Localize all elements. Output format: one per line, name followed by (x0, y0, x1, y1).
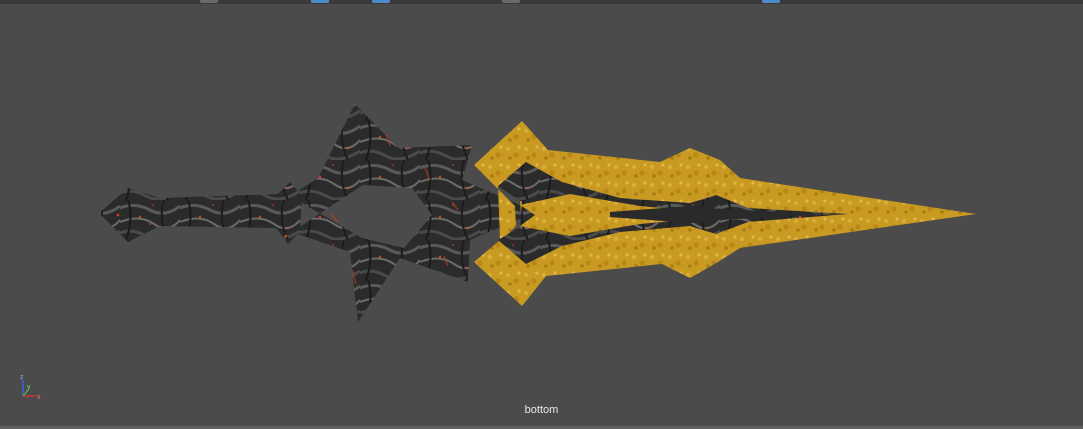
dagger-model[interactable] (0, 0, 1083, 429)
3d-viewport[interactable]: z y x bottom (0, 0, 1083, 429)
dagger-handle[interactable] (99, 182, 302, 244)
axis-x-label: x (37, 394, 41, 401)
camera-view-label: bottom (524, 404, 559, 416)
axis-gizmo: z y x (20, 374, 41, 401)
axis-z-label: z (20, 374, 24, 381)
axis-y-label: y (27, 384, 31, 391)
